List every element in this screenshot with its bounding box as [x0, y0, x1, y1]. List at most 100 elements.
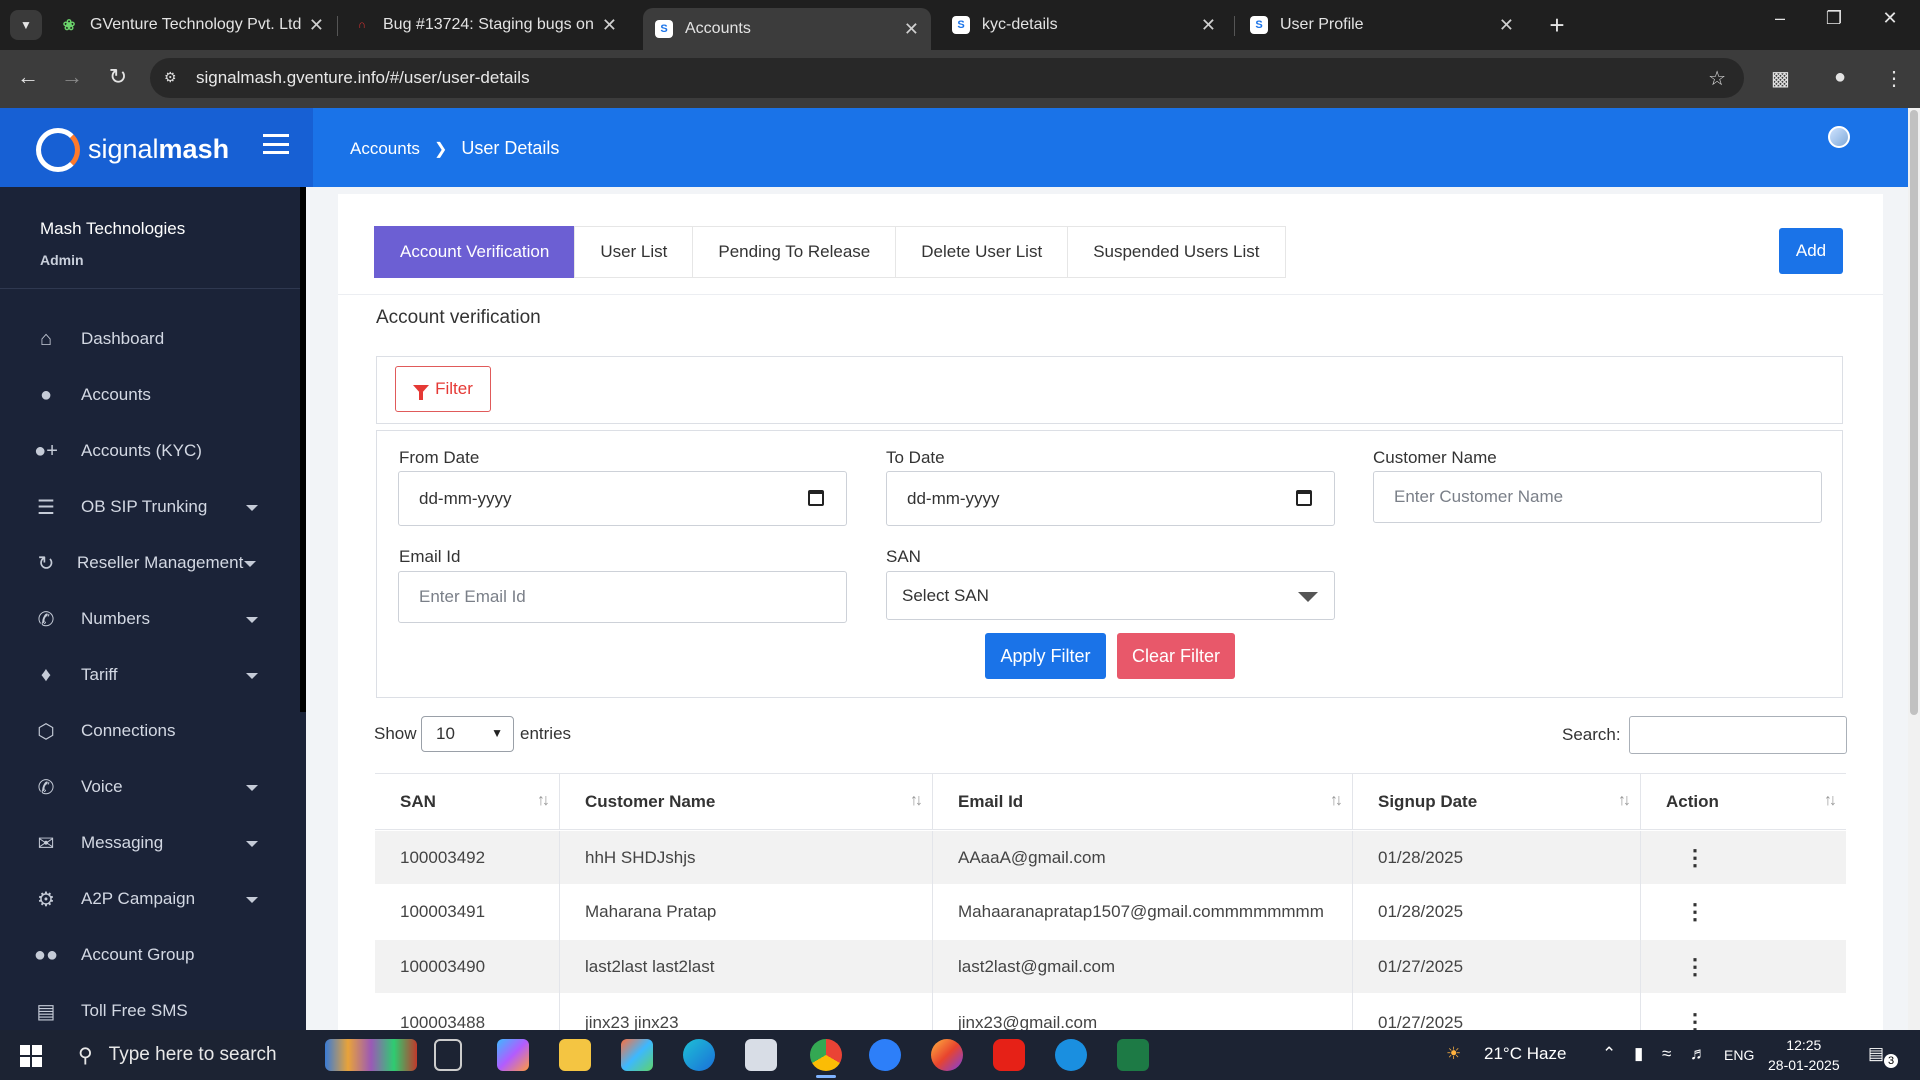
skype-icon[interactable]	[1055, 1039, 1087, 1071]
task-view-icon[interactable]	[434, 1039, 462, 1071]
app-icon[interactable]	[869, 1039, 901, 1071]
sidebar-item-voice[interactable]: ✆ Voice	[0, 764, 300, 810]
url-text[interactable]: signalmash.gventure.info/#/user/user-det…	[196, 68, 530, 88]
to-date-input[interactable]: dd-mm-yyyy	[886, 471, 1335, 526]
site-info-icon[interactable]: ⚙	[164, 69, 182, 87]
restore-icon[interactable]: ❐	[1814, 8, 1854, 29]
column-header-email-id[interactable]: Email Id ↑↓	[933, 774, 1353, 829]
chrome-icon[interactable]	[810, 1039, 842, 1078]
youtube-icon[interactable]	[993, 1039, 1025, 1071]
extensions-icon[interactable]: ▩	[1771, 66, 1790, 91]
add-button[interactable]: Add	[1779, 228, 1843, 274]
calendar-icon[interactable]	[1296, 490, 1312, 506]
san-select[interactable]: Select SAN	[886, 571, 1335, 620]
sidebar-scrollbar[interactable]	[300, 187, 306, 712]
profile-icon[interactable]: ●	[1834, 66, 1846, 89]
taskbar-search[interactable]: ⚲ Type here to search	[60, 1030, 318, 1080]
reload-icon[interactable]: ↻	[103, 64, 133, 90]
column-header-san[interactable]: SAN ↑↓	[375, 774, 560, 829]
sidebar-item-tariff[interactable]: ♦ Tariff	[0, 652, 300, 698]
tab-delete-user-list[interactable]: Delete User List	[895, 226, 1069, 278]
page-scrollbar[interactable]	[1908, 108, 1920, 1030]
wifi-icon[interactable]: ≈	[1662, 1044, 1671, 1064]
close-window-icon[interactable]: ✕	[1870, 8, 1910, 29]
taskbar-clock[interactable]: 12:25 28-01-2025	[1768, 1035, 1840, 1075]
file-explorer-icon[interactable]	[559, 1039, 591, 1071]
back-icon[interactable]: ←	[13, 64, 43, 90]
tab-search-button[interactable]: ▼	[10, 10, 42, 40]
browser-tab-gventure[interactable]: ❀ GVenture Technology Pvt. Ltd. - ✕	[48, 8, 336, 42]
table-search-input[interactable]	[1629, 716, 1847, 754]
sort-icon[interactable]: ↑↓	[1824, 792, 1837, 810]
sidebar-item-accounts-kyc[interactable]: ●+ Accounts (KYC)	[0, 428, 300, 474]
bookmark-star-icon[interactable]: ☆	[1708, 66, 1726, 91]
email-id-input[interactable]: Enter Email Id	[398, 571, 847, 623]
apply-filter-button[interactable]: Apply Filter	[985, 633, 1106, 679]
sidebar-item-connections[interactable]: ⬡ Connections	[0, 708, 300, 754]
volume-icon[interactable]: ♬	[1690, 1044, 1707, 1064]
weather-icon[interactable]: ☀	[1446, 1044, 1461, 1064]
snipping-tool-icon[interactable]	[745, 1039, 777, 1071]
close-tab-icon[interactable]: ✕	[904, 19, 919, 40]
more-actions-icon[interactable]: ⋮	[1684, 846, 1706, 869]
sidebar-item-accounts[interactable]: ● Accounts	[0, 372, 300, 418]
sidebar-item-toll-free-sms[interactable]: ▤ Toll Free SMS	[0, 988, 300, 1030]
hamburger-menu-icon[interactable]	[263, 134, 289, 154]
weather-text[interactable]: 21°C Haze	[1484, 1044, 1566, 1064]
sort-icon[interactable]: ↑↓	[910, 792, 923, 810]
clear-filter-button[interactable]: Clear Filter	[1117, 633, 1235, 679]
notification-icon[interactable]: ▤	[1868, 1044, 1884, 1064]
filter-button[interactable]: Filter	[395, 366, 491, 412]
browser-tab-kyc[interactable]: S kyc-details ✕	[940, 8, 1228, 42]
close-tab-icon[interactable]: ✕	[309, 15, 324, 36]
customer-name-input[interactable]: Enter Customer Name	[1373, 471, 1822, 523]
browser-tab-user-profile[interactable]: S User Profile ✕	[1238, 8, 1526, 42]
sort-icon[interactable]: ↑↓	[537, 792, 550, 810]
sidebar-item-reseller-management[interactable]: ↻ Reseller Management	[0, 540, 300, 586]
scrollbar-thumb[interactable]	[1910, 110, 1918, 715]
breadcrumb-accounts-link[interactable]: Accounts	[350, 139, 420, 159]
more-actions-icon[interactable]: ⋮	[1684, 955, 1706, 978]
tab-user-list[interactable]: User List	[574, 226, 694, 278]
column-header-signup-date[interactable]: Signup Date ↑↓	[1353, 774, 1641, 829]
sidebar-item-numbers[interactable]: ✆ Numbers	[0, 596, 300, 642]
sidebar-item-ob-sip-trunking[interactable]: ☰ OB SIP Trunking	[0, 484, 300, 530]
browser-tab-bug[interactable]: ∩ Bug #13724: Staging bugs on C ✕	[341, 8, 629, 42]
forward-icon[interactable]: →	[57, 64, 87, 90]
brand-logo[interactable]: signalmash	[88, 134, 229, 165]
browser-menu-icon[interactable]: ⋮	[1884, 66, 1904, 91]
browser-tab-accounts[interactable]: S Accounts ✕	[643, 8, 931, 50]
edge-icon[interactable]	[683, 1039, 715, 1071]
sidebar-item-messaging[interactable]: ✉ Messaging	[0, 820, 300, 866]
tray-chevron-up-icon[interactable]: ⌃	[1602, 1044, 1616, 1064]
battery-icon[interactable]: ▮	[1634, 1044, 1643, 1064]
language-indicator[interactable]: ENG	[1724, 1047, 1754, 1063]
excel-icon[interactable]	[1117, 1039, 1149, 1071]
sidebar-item-dashboard[interactable]: ⌂ Dashboard	[0, 316, 300, 362]
sidebar-item-a2p-campaign[interactable]: ⚙ A2P Campaign	[0, 876, 300, 922]
column-header-action[interactable]: Action ↑↓	[1641, 774, 1846, 829]
windows-start-icon[interactable]	[20, 1045, 42, 1067]
tab-pending-to-release[interactable]: Pending To Release	[692, 226, 897, 278]
close-tab-icon[interactable]: ✕	[602, 15, 617, 36]
new-tab-button[interactable]: +	[1542, 10, 1572, 41]
minimize-icon[interactable]: –	[1760, 8, 1800, 29]
from-date-input[interactable]: dd-mm-yyyy	[398, 471, 847, 526]
books-widget-icon[interactable]	[325, 1039, 417, 1071]
close-tab-icon[interactable]: ✕	[1201, 15, 1216, 36]
calendar-icon[interactable]	[808, 490, 824, 506]
address-bar[interactable]: ⚙ signalmash.gventure.info/#/user/user-d…	[150, 58, 1744, 98]
sort-icon[interactable]: ↑↓	[1330, 792, 1343, 810]
column-header-customer-name[interactable]: Customer Name ↑↓	[560, 774, 933, 829]
sidebar-item-account-group[interactable]: ●● Account Group	[0, 932, 300, 978]
firefox-icon[interactable]	[931, 1039, 963, 1071]
copilot-icon[interactable]	[497, 1039, 529, 1071]
page-size-select[interactable]: 10 ▼	[421, 716, 514, 752]
tab-suspended-users-list[interactable]: Suspended Users List	[1067, 226, 1286, 278]
tab-account-verification[interactable]: Account Verification	[374, 226, 576, 278]
microsoft365-icon[interactable]	[621, 1039, 653, 1071]
user-avatar[interactable]	[1828, 126, 1850, 148]
sort-icon[interactable]: ↑↓	[1618, 792, 1631, 810]
more-actions-icon[interactable]: ⋮	[1684, 901, 1706, 923]
close-tab-icon[interactable]: ✕	[1499, 15, 1514, 36]
